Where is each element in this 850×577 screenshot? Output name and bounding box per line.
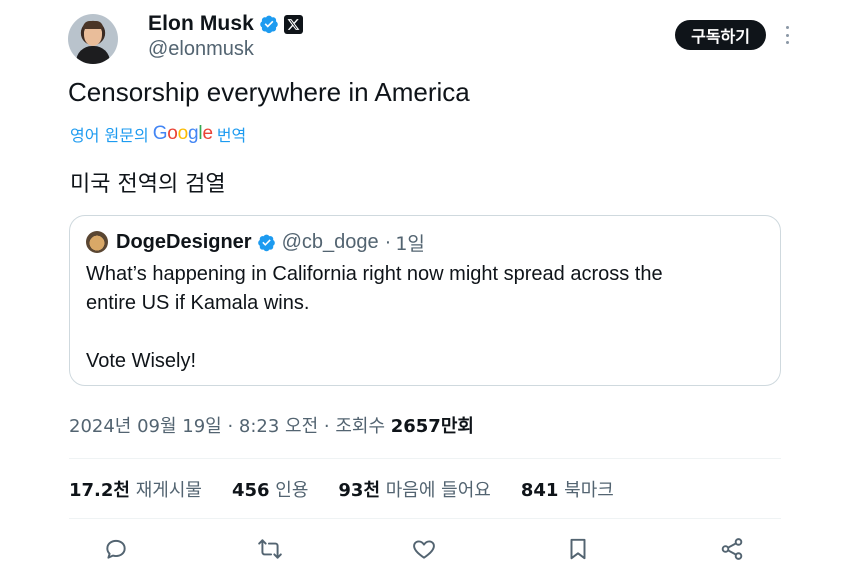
divider	[69, 458, 781, 459]
x-logo-icon	[283, 14, 303, 34]
bookmark-icon[interactable]	[565, 536, 591, 562]
quoted-separator: ·	[384, 230, 392, 253]
quoted-author-handle: @cb_doge	[281, 230, 379, 253]
quoted-tweet-header: DogeDesigner @cb_doge · 1일	[86, 230, 425, 255]
author-name-row: Elon Musk	[148, 12, 303, 36]
divider	[69, 518, 781, 519]
verified-badge-icon	[260, 15, 278, 34]
view-count: 2657만회	[390, 416, 474, 437]
tweet-header: Elon Musk @elonmusk 구독하기	[68, 12, 798, 64]
author-display-name[interactable]: Elon Musk	[148, 12, 254, 36]
tweet-text: Censorship everywhere in America	[68, 77, 470, 107]
quoted-author-name: DogeDesigner	[116, 230, 252, 253]
like-icon[interactable]	[411, 536, 437, 562]
translated-text: 미국 전역의 검열	[70, 172, 226, 197]
reply-icon[interactable]	[103, 536, 129, 562]
quoted-time: 1일	[395, 232, 425, 255]
timestamp-text: 2024년 09월 19일 · 8:23 오전 · 조회수	[69, 416, 391, 437]
stat-reposts[interactable]: 17.2천 재게시물	[69, 476, 202, 502]
quoted-line: Vote Wisely!	[86, 350, 197, 372]
google-logo: Google	[152, 123, 213, 144]
repost-icon[interactable]	[257, 536, 283, 562]
stat-bookmarks[interactable]: 841 북마크	[521, 476, 614, 502]
translate-suffix: 번역	[216, 126, 247, 145]
action-bar	[69, 532, 781, 566]
quoted-tweet-body: What’s happening in California right now…	[86, 260, 766, 376]
quoted-author-avatar	[86, 231, 108, 253]
engagement-stats: 17.2천 재게시물 456 인용 93천 마음에 들어요 841 북마크	[69, 476, 614, 502]
more-options-icon[interactable]	[786, 26, 790, 44]
stat-quotes[interactable]: 456 인용	[232, 476, 308, 502]
author-avatar[interactable]	[68, 14, 118, 64]
subscribe-button[interactable]: 구독하기	[675, 20, 766, 50]
translate-link[interactable]: 영어 원문의 Google 번역	[70, 122, 246, 146]
stat-likes[interactable]: 93천 마음에 들어요	[338, 476, 490, 502]
tweet-timestamp: 2024년 09월 19일 · 8:23 오전 · 조회수 2657만회	[69, 412, 474, 438]
quoted-line: What’s happening in California right now…	[86, 263, 663, 285]
quoted-line: entire US if Kamala wins.	[86, 292, 310, 314]
translate-prefix: 영어 원문의	[70, 126, 149, 145]
share-icon[interactable]	[719, 536, 745, 562]
author-handle[interactable]: @elonmusk	[148, 38, 254, 61]
verified-badge-icon	[257, 234, 275, 251]
quoted-tweet[interactable]: DogeDesigner @cb_doge · 1일 What’s happen…	[69, 215, 781, 386]
